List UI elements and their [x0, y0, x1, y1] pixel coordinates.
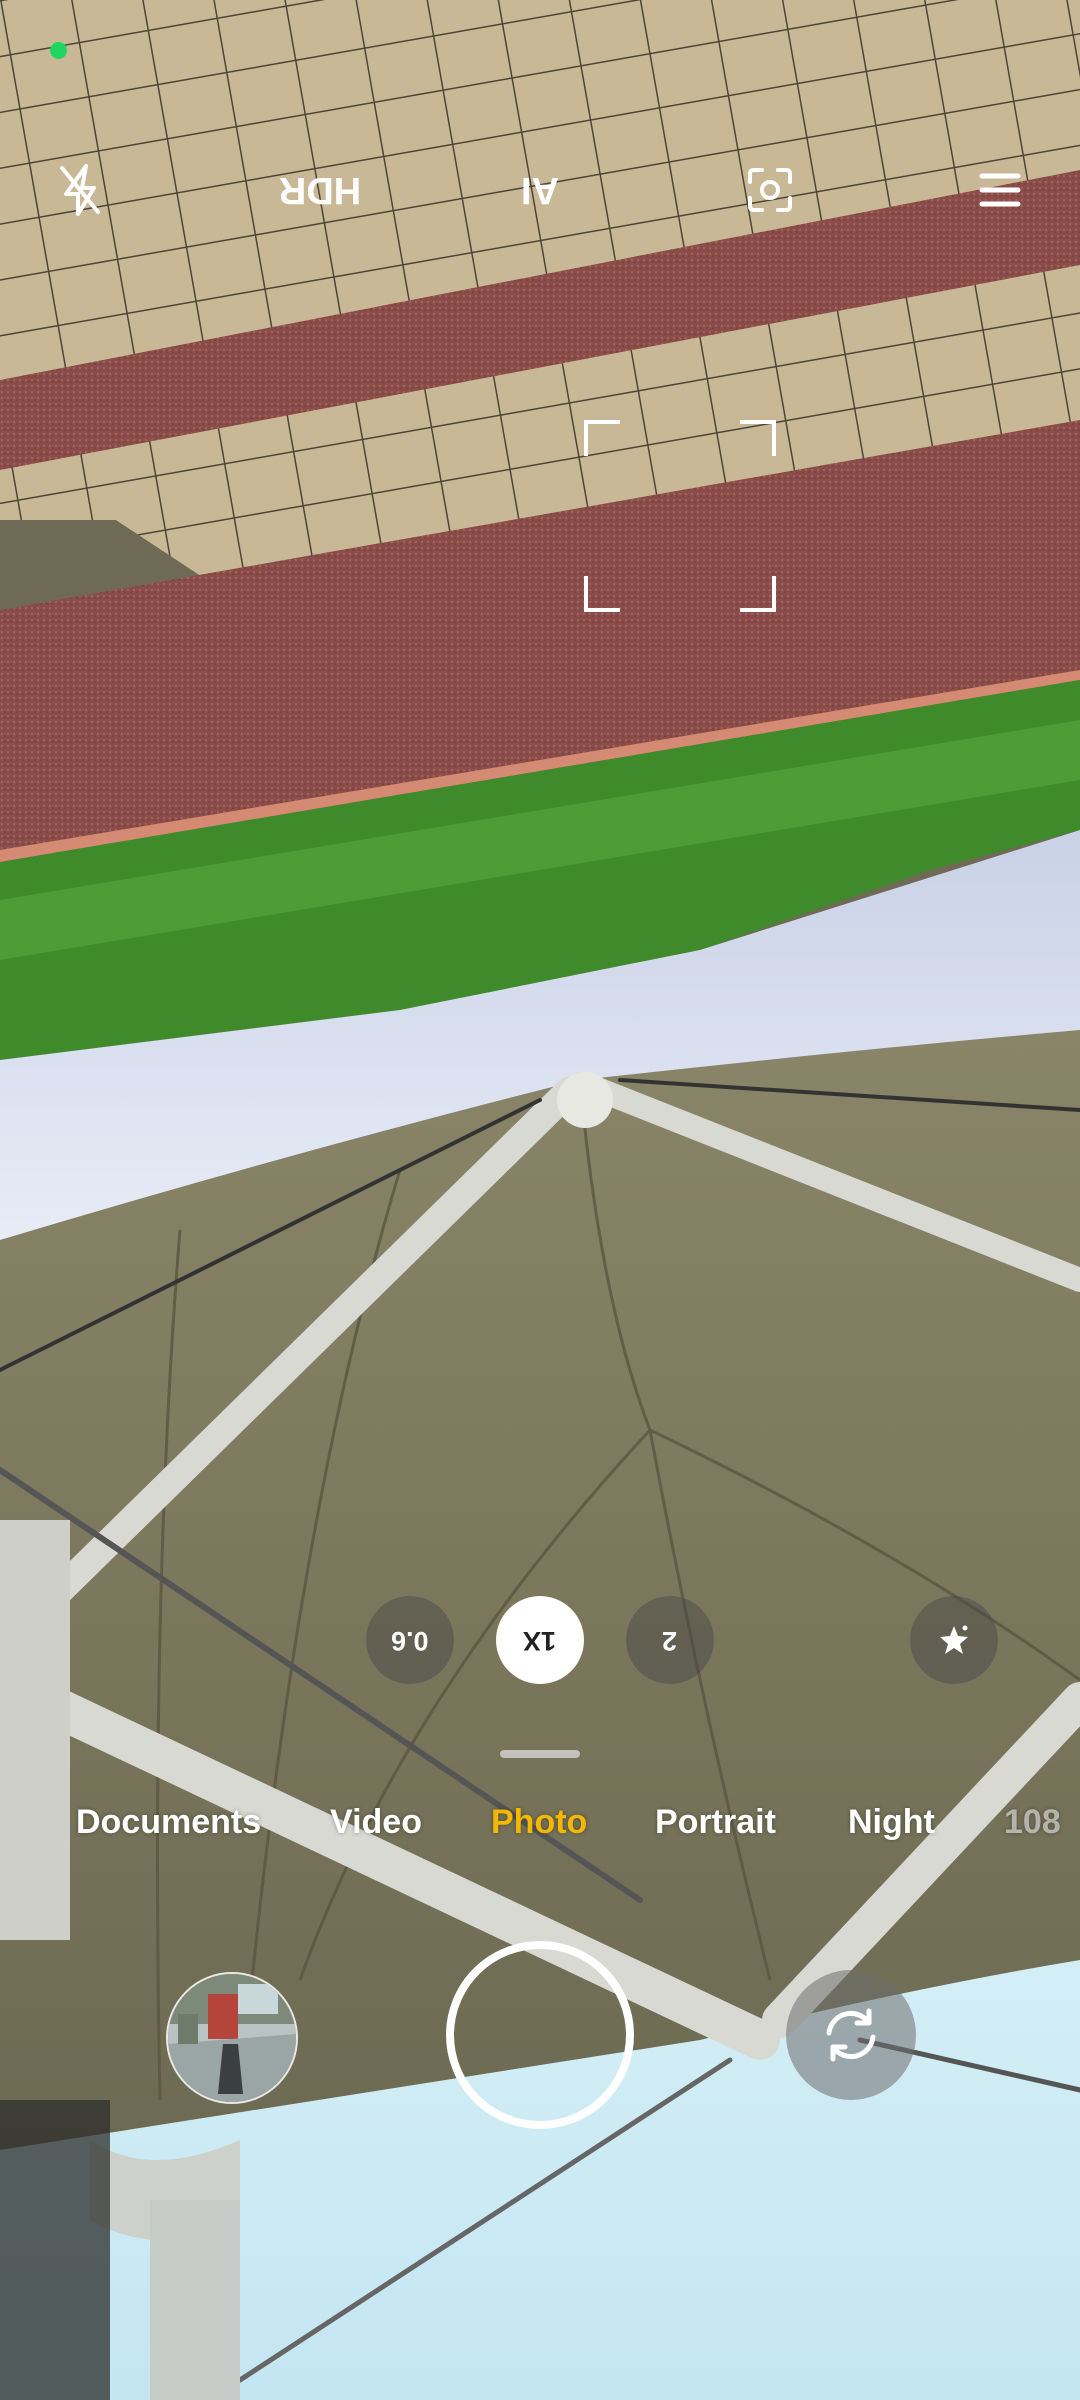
gallery-thumbnail[interactable]: [166, 1972, 298, 2104]
mode-photo[interactable]: Photo: [491, 1803, 587, 1842]
zoom-1x-label: 1X: [523, 1625, 557, 1656]
flash-off-icon[interactable]: [40, 150, 120, 230]
lens-scan-icon[interactable]: [730, 150, 810, 230]
mode-portrait[interactable]: Portrait: [655, 1803, 776, 1842]
zoom-1x-button[interactable]: 1X: [496, 1596, 584, 1684]
hdr-label: HDR: [278, 169, 362, 212]
zoom-0-6-label: 0.6: [391, 1625, 429, 1656]
menu-icon[interactable]: [960, 150, 1040, 230]
zoom-0-6-button[interactable]: 0.6: [366, 1596, 454, 1684]
camera-in-use-indicator: [50, 42, 67, 59]
zoom-2-label: 2: [662, 1625, 678, 1656]
zoom-2-button[interactable]: 2: [626, 1596, 714, 1684]
focus-frame: [584, 420, 776, 612]
mode-108mp[interactable]: 108: [1004, 1803, 1061, 1842]
ai-label: AI: [521, 169, 559, 212]
mode-night[interactable]: Night: [848, 1803, 935, 1842]
mode-drawer-handle[interactable]: [500, 1750, 580, 1758]
shutter-button[interactable]: [446, 1941, 634, 2129]
ai-button[interactable]: AI: [500, 150, 580, 230]
mode-video[interactable]: Video: [330, 1803, 422, 1842]
switch-camera-icon[interactable]: [786, 1970, 916, 2100]
star-effects-icon[interactable]: [910, 1596, 998, 1684]
mode-documents[interactable]: Documents: [76, 1803, 261, 1842]
hdr-button[interactable]: HDR: [270, 150, 370, 230]
